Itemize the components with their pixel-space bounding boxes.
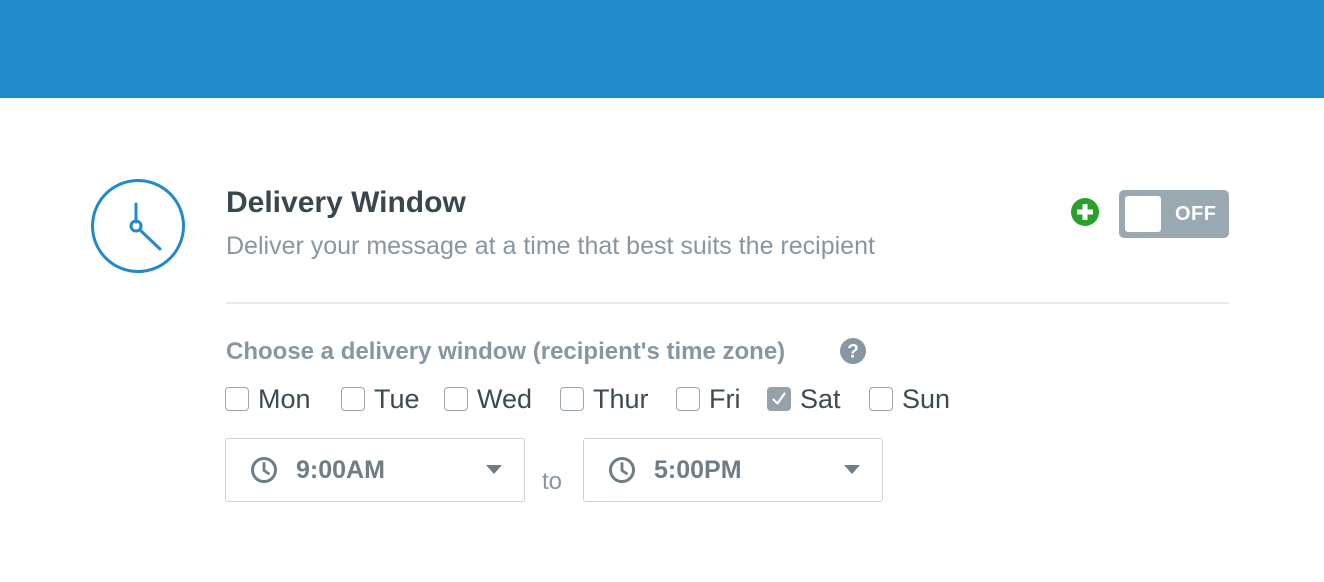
checkbox[interactable] xyxy=(225,387,249,411)
end-time-select[interactable]: 5:00PM xyxy=(583,438,883,502)
svg-text:?: ? xyxy=(847,342,859,363)
day-checkbox-wed[interactable]: Wed xyxy=(444,380,532,418)
checkbox[interactable] xyxy=(341,387,365,411)
checkbox-checked[interactable] xyxy=(767,387,791,411)
plus-circle-icon[interactable] xyxy=(1070,197,1100,227)
checkbox[interactable] xyxy=(444,387,468,411)
checkbox[interactable] xyxy=(869,387,893,411)
section-title: Delivery Window xyxy=(226,186,466,219)
section-subtitle: Deliver your message at a time that best… xyxy=(226,232,875,260)
toggle-state-label: OFF xyxy=(1175,203,1217,225)
day-checkbox-sun[interactable]: Sun xyxy=(869,380,950,418)
clock-icon xyxy=(609,457,635,483)
end-time-value: 5:00PM xyxy=(654,456,742,484)
day-checkbox-fri[interactable]: Fri xyxy=(676,380,740,418)
start-time-select[interactable]: 9:00AM xyxy=(225,438,525,502)
checkbox[interactable] xyxy=(676,387,700,411)
day-label: Sat xyxy=(800,384,841,414)
day-label: Sun xyxy=(902,384,951,414)
divider xyxy=(226,302,1229,304)
day-label: Mon xyxy=(258,384,311,414)
day-checkbox-sat[interactable]: Sat xyxy=(767,380,841,418)
day-checkbox-tue[interactable]: Tue xyxy=(341,380,420,418)
start-time-value: 9:00AM xyxy=(296,456,385,484)
checkmark-icon xyxy=(772,392,786,405)
chevron-down-icon xyxy=(844,465,860,474)
to-separator: to xyxy=(542,468,563,495)
chevron-down-icon xyxy=(486,465,502,474)
day-label: Fri xyxy=(709,384,741,414)
toggle-knob xyxy=(1125,196,1161,232)
clock-icon xyxy=(89,177,187,275)
question-circle-icon[interactable]: ? xyxy=(839,337,867,365)
day-checkbox-mon[interactable]: Mon xyxy=(225,380,311,418)
top-header-bar xyxy=(0,0,1324,98)
clock-icon xyxy=(251,457,277,483)
day-checkbox-thur[interactable]: Thur xyxy=(560,380,649,418)
checkbox[interactable] xyxy=(560,387,584,411)
day-label: Tue xyxy=(374,384,420,414)
day-label: Wed xyxy=(477,384,533,414)
day-label: Thur xyxy=(593,384,649,414)
delivery-window-toggle[interactable]: OFF xyxy=(1119,190,1229,238)
delivery-window-label: Choose a delivery window (recipient's ti… xyxy=(226,338,786,365)
